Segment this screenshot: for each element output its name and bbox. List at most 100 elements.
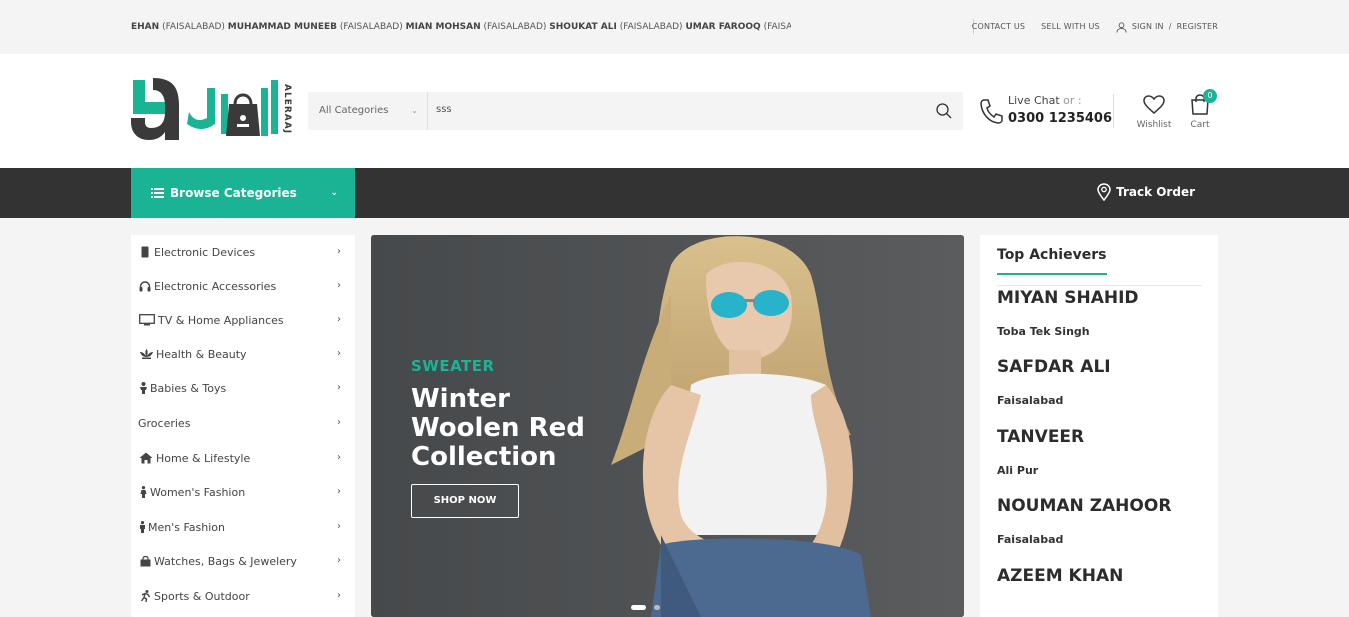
banner-title: Winter Woolen Red Collection (411, 385, 671, 472)
chevron-right-icon: › (337, 486, 341, 497)
track-order-link[interactable]: Track Order (1097, 183, 1195, 201)
sidebar-item-health-beauty[interactable]: Health & Beauty › (131, 337, 355, 371)
category-select-value: All Categories (319, 105, 389, 116)
browse-categories-button[interactable]: Browse Categories ⌄ (131, 168, 355, 218)
signin-register-link[interactable]: SIGN IN / REGISTER (1116, 20, 1218, 34)
ticker-name: SHOUKAT ALI (549, 22, 617, 32)
sidebar-item-home-lifestyle[interactable]: Home & Lifestyle › (131, 441, 355, 475)
sidebar-item-groceries[interactable]: Groceries › (131, 406, 355, 440)
achiever-city: Ali Pur (997, 464, 1039, 477)
achiever-name: TANVEER (997, 427, 1085, 447)
top-achievers-title: Top Achievers (997, 247, 1107, 263)
sidebar-item-label: Groceries (138, 416, 191, 430)
top-links: CONTACT US SELL WITH US SIGN IN / REGIST… (972, 20, 1218, 34)
search-icon[interactable] (935, 102, 953, 120)
main-nav: Browse Categories ⌄ Track Order (0, 168, 1349, 218)
browse-categories-label: Browse Categories (170, 186, 297, 200)
sidebar-item-babies-toys[interactable]: Babies & Toys › (131, 371, 355, 405)
user-icon (1116, 21, 1127, 33)
male-icon (138, 521, 146, 533)
sidebar-item-watches-bags-jewelery[interactable]: Watches, Bags & Jewelery › (131, 544, 355, 578)
ticker-city: (FAISALABAD) (619, 22, 683, 32)
sidebar-item-mens-fashion[interactable]: Men's Fashion › (131, 510, 355, 544)
wishlist-button[interactable]: Wishlist (1134, 94, 1174, 130)
achiever-city: Toba Tek Singh (997, 325, 1090, 338)
top-bar: EHAN (FAISALABAD) MUHAMMAD MUNEEB (FAISA… (0, 0, 1349, 54)
chevron-right-icon: › (337, 246, 341, 257)
heart-icon (1143, 95, 1165, 114)
running-icon (138, 590, 152, 602)
live-chat[interactable]: Live Chat or : (1008, 94, 1082, 107)
achiever-name: NOUMAN ZAHOOR (997, 496, 1172, 516)
lotus-icon (138, 348, 154, 360)
sidebar-item-label: Home & Lifestyle (156, 451, 251, 465)
sidebar-item-womens-fashion[interactable]: Women's Fashion › (131, 475, 355, 509)
ticker-name: UMAR FAROOQ (685, 22, 761, 32)
female-icon (138, 486, 148, 498)
signin-label[interactable]: SIGN IN (1132, 20, 1164, 34)
chevron-right-icon: › (337, 452, 341, 463)
sidebar-item-label: Men's Fashion (148, 520, 225, 534)
phone-icon (980, 99, 1003, 124)
sidebar-item-electronic-devices[interactable]: Electronic Devices › (131, 235, 355, 269)
carousel-dot[interactable] (654, 605, 660, 610)
live-chat-label[interactable]: Live Chat (1008, 94, 1060, 107)
banner-subtitle: SWEATER (411, 357, 495, 375)
ticker-name: MUHAMMAD MUNEEB (227, 22, 337, 32)
sell-with-us-link[interactable]: SELL WITH US (1041, 20, 1100, 34)
achiever-name: SAFDAR ALI (997, 357, 1111, 377)
tv-icon (138, 314, 156, 326)
achiever-city: Faisalabad (997, 533, 1064, 546)
category-select[interactable]: All Categories ⌄ (308, 92, 428, 130)
chevron-right-icon: › (337, 555, 341, 566)
achiever-name: MIYAN SHAHID (997, 288, 1139, 308)
sidebar-item-label: Sports & Outdoor (154, 589, 250, 603)
sidebar-item-label: Babies & Toys (150, 381, 227, 395)
title-underline (997, 273, 1107, 275)
search-input[interactable]: sss (436, 92, 916, 130)
chevron-right-icon: › (337, 280, 341, 291)
register-label[interactable]: REGISTER (1177, 20, 1218, 34)
site-logo[interactable]: ALERAAJ (131, 78, 293, 148)
sidebar-item-electronic-accessories[interactable]: Electronic Accessories › (131, 269, 355, 303)
contact-us-link[interactable]: CONTACT US (972, 20, 1025, 34)
baby-icon (138, 382, 148, 394)
chevron-right-icon: › (337, 521, 341, 532)
search-bar: All Categories ⌄ sss (308, 92, 963, 130)
chevron-right-icon: › (337, 314, 341, 325)
achiever-ticker: EHAN (FAISALABAD) MUHAMMAD MUNEEB (FAISA… (131, 20, 791, 36)
wishlist-label: Wishlist (1136, 120, 1172, 130)
banner-title-line: Winter (411, 384, 510, 414)
ticker-name: EHAN (131, 22, 160, 32)
track-order-label: Track Order (1116, 185, 1195, 199)
home-icon (138, 452, 154, 464)
chevron-right-icon: › (337, 348, 341, 359)
hero-banner[interactable]: SWEATER Winter Woolen Red Collection SHO… (371, 235, 964, 617)
category-sidebar: Electronic Devices › Electronic Accessor… (131, 235, 355, 617)
banner-title-line: Woolen Red (411, 413, 585, 443)
cart-count-badge: 0 (1203, 89, 1217, 103)
headphones-icon (138, 280, 152, 292)
sidebar-item-label: Health & Beauty (156, 347, 247, 361)
chevron-down-icon: ⌄ (330, 188, 338, 198)
live-chat-or: or : (1063, 94, 1082, 107)
header-divider (1113, 94, 1114, 128)
chevron-right-icon: › (337, 417, 341, 428)
shop-now-button[interactable]: SHOP NOW (411, 484, 519, 518)
sidebar-item-tv-home-appliances[interactable]: TV & Home Appliances › (131, 303, 355, 337)
ticker-name: MIAN MOHSAN (405, 22, 481, 32)
chevron-down-icon: ⌄ (411, 106, 418, 115)
sidebar-item-sports-outdoor[interactable]: Sports & Outdoor › (131, 579, 355, 613)
ticker-city: (FAISALABAD) (162, 22, 225, 32)
carousel-dot-active[interactable] (631, 605, 646, 610)
bag-icon (138, 555, 152, 567)
achiever-name: AZEEM KHAN (997, 566, 1124, 586)
header: ALERAAJ All Categories ⌄ sss Live Chat o… (0, 54, 1349, 168)
divider (997, 285, 1202, 286)
sidebar-item-label: Watches, Bags & Jewelery (154, 554, 297, 568)
banner-title-line: Collection (411, 442, 557, 472)
top-achievers-panel: Top Achievers MIYAN SHAHID Toba Tek Sing… (980, 235, 1218, 617)
chevron-right-icon: › (337, 382, 341, 393)
phone-number[interactable]: 0300 1235406 (1008, 111, 1112, 126)
cart-button[interactable]: 0 Cart (1182, 89, 1218, 130)
